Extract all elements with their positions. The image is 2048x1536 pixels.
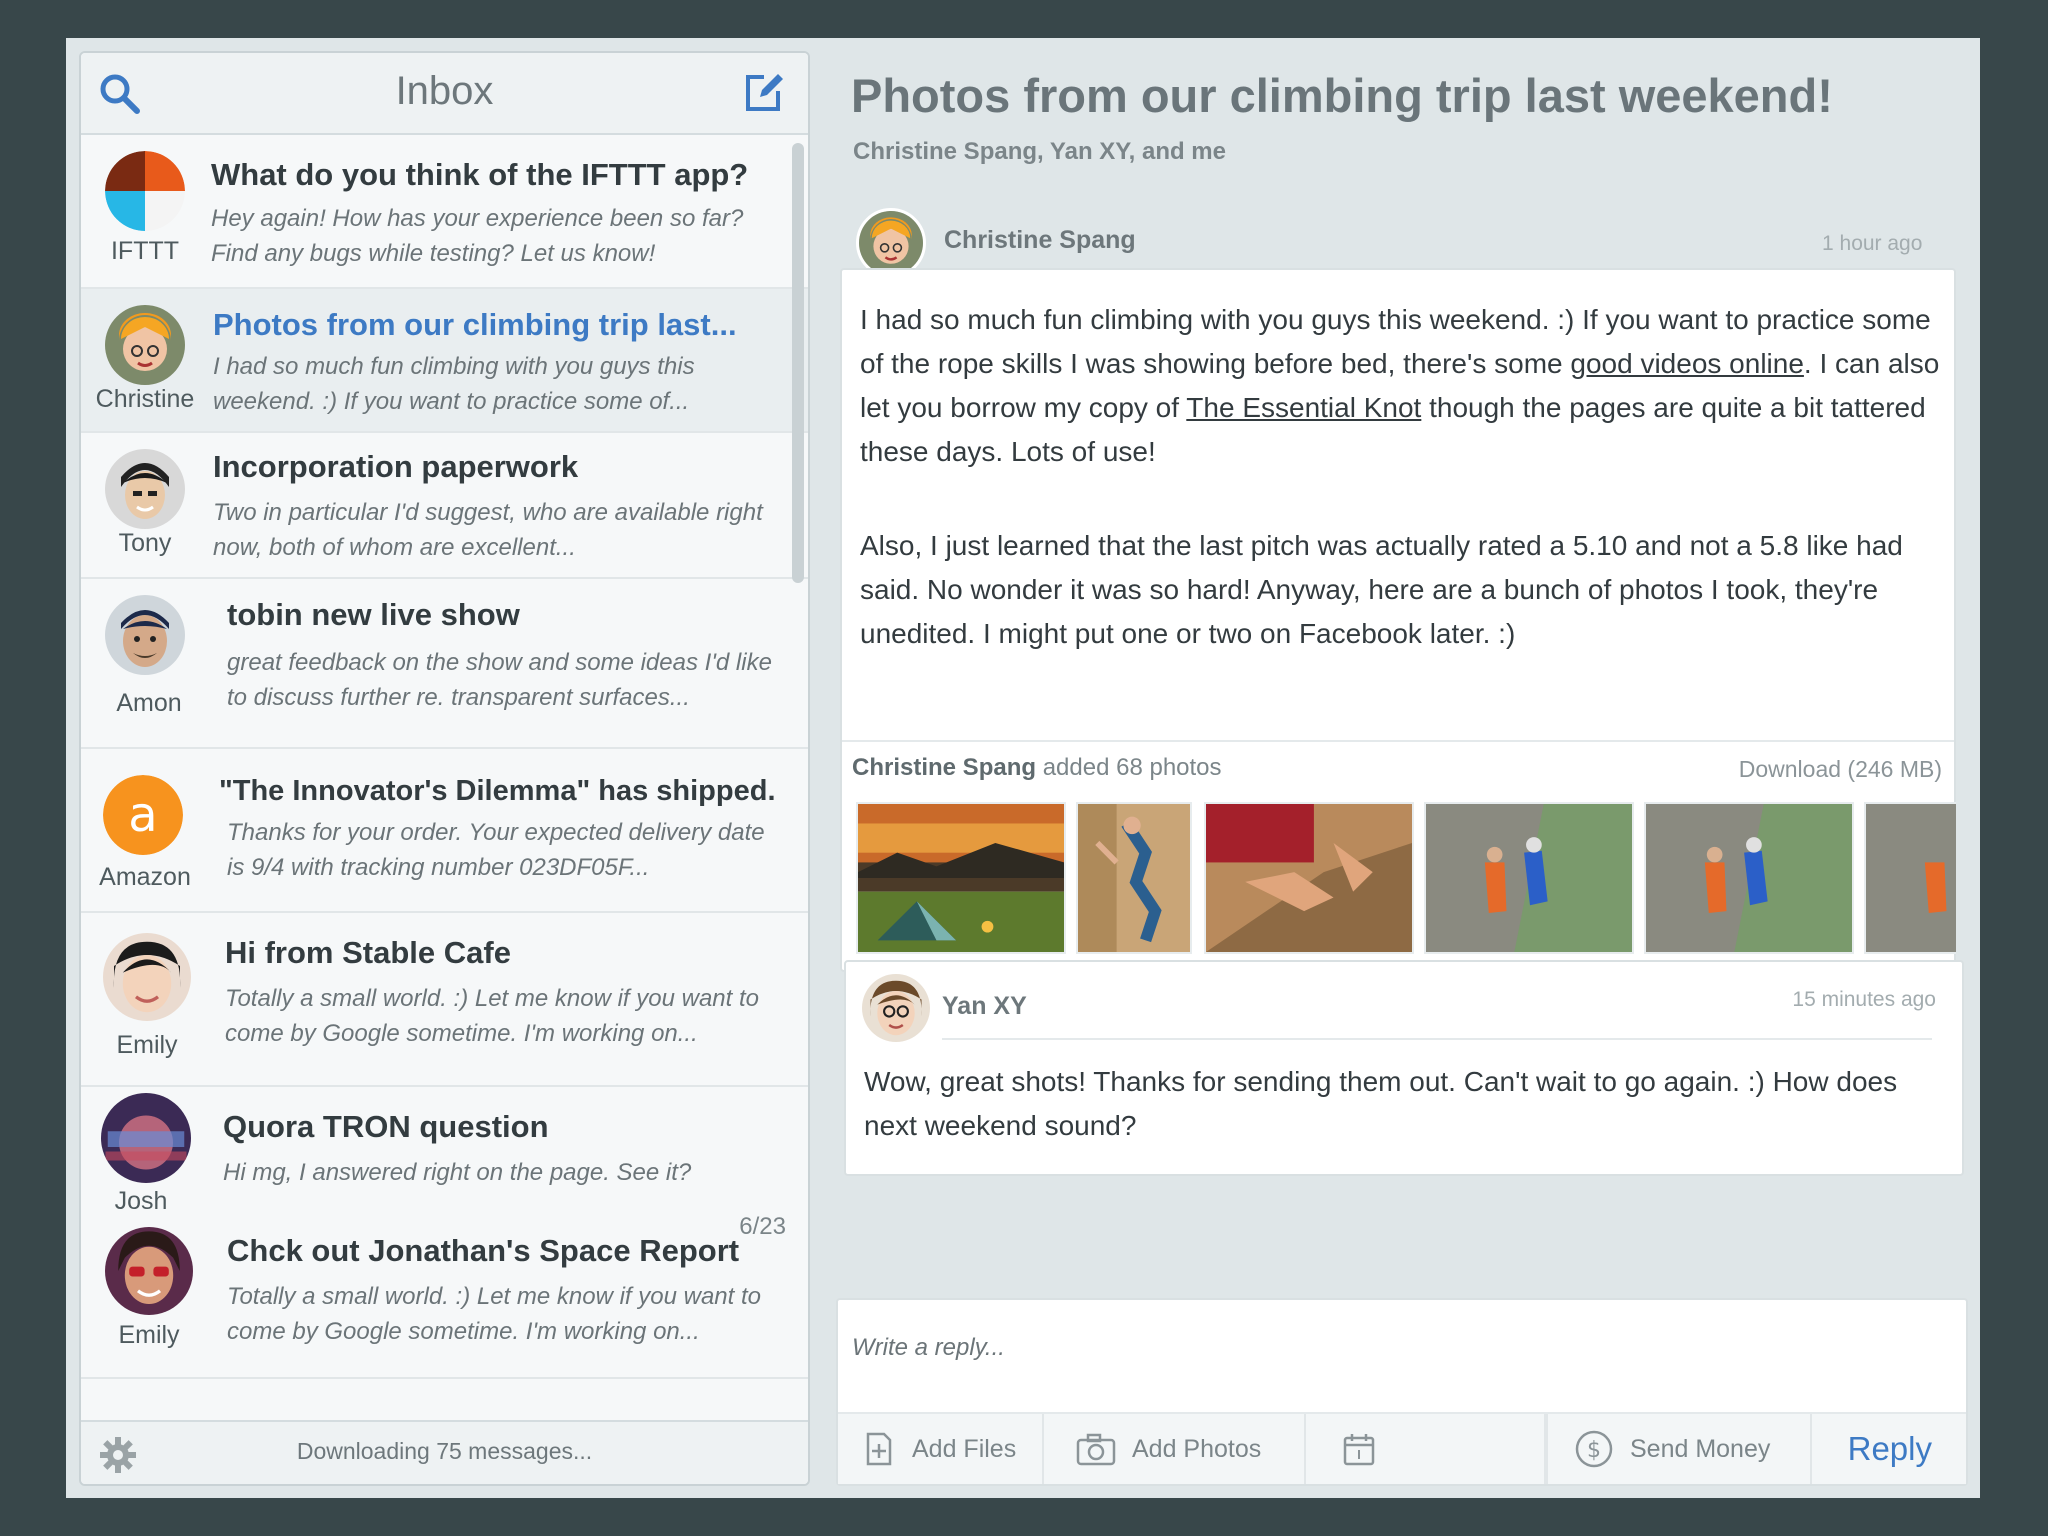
attachment-bar: Christine Spang added 68 photos Download… [842,740,1954,790]
subject: What do you think of the IFTTT app? [211,157,749,192]
list-item[interactable]: Christine Photos from our climbing trip … [81,289,808,433]
subject: Incorporation paperwork [213,449,579,484]
emily-avatar [105,1227,193,1315]
calendar-icon [1343,1434,1375,1466]
inbox-title: Inbox [395,69,494,113]
preview: great feedback on the show and some idea… [227,649,772,711]
good-videos-link[interactable]: good videos online [1570,348,1804,379]
sidebar: Inbox IFTTT What do you think of the IFT… [79,51,810,1486]
photo-thumbnail[interactable] [856,802,1066,954]
svg-text:a: a [128,787,157,843]
sender-name: Amon [116,689,182,717]
schedule-button[interactable] [1306,1414,1546,1484]
message-time: 1 hour ago [1822,232,1923,255]
preview: Hi mg, I answered right on the page. See… [223,1159,692,1186]
tony-avatar [105,449,185,529]
sidebar-footer: Downloading 75 messages... [81,1420,808,1484]
list-item[interactable]: Tony Incorporation paperwork Two in part… [81,433,808,579]
message-list: IFTTT What do you think of the IFTTT app… [81,137,808,1459]
subject: Hi from Stable Cafe [225,935,511,970]
list-item[interactable]: Amon tobin new live show great feedback … [81,579,808,749]
photo-thumbnail[interactable] [1424,802,1634,954]
sender-name: Amazon [99,863,191,891]
message-sender: Yan XY [942,992,1027,1020]
sidebar-header: Inbox [81,53,808,135]
sender-name: Josh [114,1187,168,1215]
message-body: I had so much fun climbing with you guys… [860,304,1940,467]
ifttt-logo-icon [105,151,185,231]
sender-name: Tony [118,529,172,557]
message-body: Wow, great shots! Thanks for sending the… [864,1066,1898,1141]
sender-name: IFTTT [110,237,180,265]
emily-avatar [103,933,191,1021]
thread-title: Photos from our climbing trip last weeke… [851,69,1833,122]
preview: Thanks for your order. Your expected del… [227,819,765,881]
list-item[interactable]: Josh Quora TRON question Hi mg, I answer… [81,1087,808,1227]
add-file-icon [866,1432,892,1466]
add-files-button[interactable]: Add Files [838,1414,1044,1484]
photo-thumbnail[interactable] [1864,802,1956,954]
svg-text:$: $ [1587,1438,1601,1463]
subject: "The Innovator's Dilemma" has shipped. [219,775,776,807]
subject: Quora TRON question [223,1109,549,1144]
yan-avatar [862,974,930,1042]
thread-participants: Christine Spang, Yan XY, and me [853,138,1226,165]
date-label: 6/23 [739,1213,786,1240]
photo-thumbnail[interactable] [1644,802,1854,954]
message-card: I had so much fun climbing with you guys… [840,268,1956,972]
camera-icon [1076,1433,1116,1466]
list-item[interactable]: Emily Hi from Stable Cafe Totally a smal… [81,913,808,1087]
scrollbar[interactable] [792,143,804,583]
reply-button[interactable]: Reply [1848,1430,1932,1468]
dollar-icon: $ [1575,1430,1613,1468]
list-item[interactable]: a Amazon "The Innovator's Dilemma" has s… [81,749,808,913]
message-time: 15 minutes ago [1792,988,1936,1011]
preview: I had so much fun climbing with you guys… [213,353,695,415]
sync-status: Downloading 75 messages... [296,1438,593,1464]
christine-avatar [105,305,185,385]
message-card: Yan XY 15 minutes ago Wow, great shots! … [844,960,1964,1176]
reply-composer: Add Files Add Photos [836,1298,1968,1486]
photo-strip [856,802,1956,962]
amon-avatar [105,595,185,675]
sender-name: Emily [118,1321,180,1349]
subject: Chck out Jonathan's Space Report [227,1233,740,1268]
message-body: Also, I just learned that the last pitch… [860,530,1903,649]
preview: Totally a small world. :) Let me know if… [227,1283,761,1345]
photo-thumbnail[interactable] [1076,802,1192,954]
send-money-button[interactable]: $ Send Money [1546,1414,1812,1484]
preview: Totally a small world. :) Let me know if… [225,985,759,1047]
josh-avatar [101,1093,191,1183]
photo-thumbnail[interactable] [1204,802,1414,954]
subject: Photos from our climbing trip last... [213,307,737,342]
sender-name: Christine [95,385,195,413]
reply-input[interactable] [852,1318,1942,1378]
divider [942,1038,1932,1040]
add-photos-button[interactable]: Add Photos [1044,1414,1306,1484]
list-item[interactable]: Emily Chck out Jonathan's Space Report 6… [81,1213,808,1379]
list-item[interactable]: IFTTT What do you think of the IFTTT app… [81,137,808,289]
sender-name: Emily [116,1031,178,1059]
preview: Hey again! How has your experience been … [211,205,744,267]
compose-icon[interactable] [740,69,786,115]
preview: Two in particular I'd suggest, who are a… [213,499,763,561]
reply-toolbar: Add Files Add Photos $ Send Money Reply [838,1412,1966,1484]
download-link[interactable]: Download (246 MB) [1739,756,1942,783]
amazon-logo-icon: a [103,775,183,855]
attachment-label: Christine Spang added 68 photos [852,754,1222,781]
subject: tobin new live show [227,597,520,632]
mail-app: Inbox IFTTT What do you think of the IFT… [66,38,1980,1498]
message-sender: Christine Spang [944,226,1136,254]
essential-knot-link[interactable]: The Essential Knot [1186,392,1421,423]
